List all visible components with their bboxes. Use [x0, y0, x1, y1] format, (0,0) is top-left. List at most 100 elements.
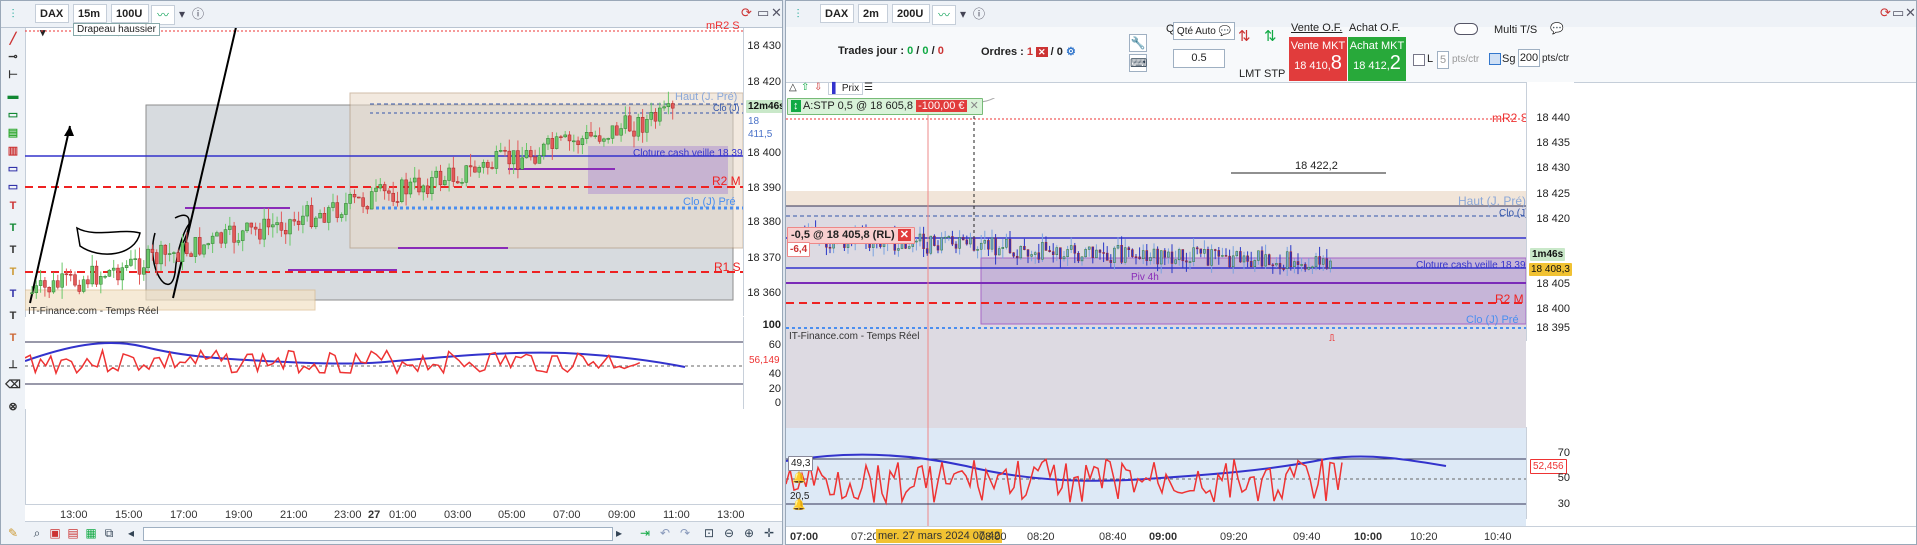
- sg-input[interactable]: 200: [1518, 49, 1540, 67]
- cancel-orders-icon[interactable]: ✕: [1036, 47, 1048, 57]
- text-tool-orange-icon[interactable]: T: [4, 332, 22, 348]
- drag-handle-icon[interactable]: ↕: [791, 100, 801, 112]
- line-label-r1s: R1 S: [714, 260, 741, 274]
- chart-type-icon[interactable]: ⫶: [4, 5, 22, 23]
- time-scrollbar[interactable]: [143, 527, 613, 541]
- text-tool-black-icon[interactable]: T: [4, 244, 22, 260]
- alert-bell-icon[interactable]: △: [789, 82, 797, 93]
- units-select[interactable]: 200U ▾: [892, 4, 930, 39]
- time-tick: 01:00: [389, 509, 417, 521]
- candle-body: [103, 276, 107, 278]
- buy-market-button[interactable]: Achat MKT 18 412,2: [1348, 37, 1406, 81]
- stop-order-tag[interactable]: ↕ A:STP 0,5 @ 18 605,8 -100,00 € ✕: [787, 98, 983, 115]
- goto-now-icon[interactable]: ⇥: [637, 525, 653, 541]
- zoom-tool-icon[interactable]: ⌕: [29, 525, 45, 541]
- undo-icon[interactable]: ↶: [657, 525, 673, 541]
- candle-body: [925, 248, 929, 254]
- left-price-chart[interactable]: [25, 28, 743, 316]
- scroll-right-icon[interactable]: ▸: [611, 525, 627, 541]
- candle-body: [1127, 247, 1131, 250]
- text-tool-green-icon[interactable]: T: [4, 222, 22, 238]
- minimize-icon[interactable]: ▭: [1892, 5, 1904, 21]
- scroll-left-icon[interactable]: ◂: [123, 525, 139, 541]
- zoom-in-icon[interactable]: ⊕: [741, 525, 757, 541]
- zone-tool-icon[interactable]: ▤: [4, 126, 22, 142]
- chart-type-icon[interactable]: ⫶: [789, 5, 807, 23]
- cancel-stop-icon[interactable]: ✕: [970, 100, 979, 112]
- multi-ts-icon[interactable]: 💬: [1550, 22, 1564, 35]
- info-icon[interactable]: ⓘ: [970, 5, 988, 23]
- text-tool-yellow-icon[interactable]: T: [4, 266, 22, 282]
- move-up-icon[interactable]: ⇧: [801, 82, 809, 93]
- alert-icon[interactable]: ▦: [83, 525, 99, 541]
- l-checkbox[interactable]: [1413, 54, 1425, 66]
- indicator-icon[interactable]: 〰: [151, 5, 175, 25]
- qty-auto-button[interactable]: Qté Auto 💬: [1173, 22, 1235, 40]
- pts-input[interactable]: 5: [1437, 51, 1449, 69]
- toggle-switch[interactable]: [1454, 23, 1478, 35]
- interval-select[interactable]: 2m ▾: [858, 4, 888, 39]
- buy-of-label[interactable]: Achat O.F.: [1349, 22, 1400, 34]
- qty-input[interactable]: 0.5: [1173, 49, 1225, 68]
- interval-select[interactable]: 15m ▾: [73, 4, 107, 39]
- box-tool-icon[interactable]: ▭: [4, 162, 22, 178]
- alert-icon[interactable]: 🔔: [792, 471, 806, 484]
- price-tick: 18 380: [747, 216, 781, 228]
- text-tool-icon[interactable]: T: [4, 200, 22, 216]
- rect-tool-icon[interactable]: ▬: [4, 90, 22, 106]
- text-tool-dark-icon[interactable]: T: [4, 310, 22, 326]
- template-icon[interactable]: ▤: [65, 525, 81, 541]
- segment-tool-icon[interactable]: ⊸: [4, 50, 22, 66]
- draw-tool-icon[interactable]: ✎: [5, 525, 21, 541]
- orders-settings-icon[interactable]: ⚙: [1066, 46, 1076, 58]
- candle-body: [918, 233, 922, 242]
- pin-icon[interactable]: ⊥: [4, 358, 22, 374]
- right-indicator-panel[interactable]: [786, 341, 1526, 531]
- zoom-out-icon[interactable]: ⊖: [721, 525, 737, 541]
- channel-tool-icon[interactable]: ▭: [4, 108, 22, 124]
- line-tool-icon[interactable]: ╱: [4, 32, 22, 48]
- range-tool-icon[interactable]: ▭: [4, 180, 22, 196]
- lmt-order-icon[interactable]: ⇅: [1238, 27, 1251, 45]
- close-icon[interactable]: ✕: [1905, 5, 1916, 21]
- candle-body: [159, 244, 163, 265]
- candle-body: [1195, 247, 1199, 250]
- close-icon[interactable]: ✕: [771, 5, 782, 21]
- keyboard-icon[interactable]: ⌨: [1129, 54, 1147, 72]
- screenshot-icon[interactable]: ⧉: [101, 525, 117, 541]
- delete-icon[interactable]: ⊗: [4, 400, 22, 416]
- sg-checkbox[interactable]: [1489, 53, 1501, 65]
- minimize-icon[interactable]: ▭: [757, 5, 769, 21]
- sell-of-label[interactable]: Vente O.F.: [1291, 22, 1342, 34]
- indicator-icon[interactable]: 〰: [932, 5, 956, 25]
- symbol-select[interactable]: DAX ▾: [35, 4, 69, 39]
- tools-icon[interactable]: 🔧: [1129, 34, 1147, 52]
- zoom-fit-icon[interactable]: ⊡: [701, 525, 717, 541]
- crosshair-icon[interactable]: ✛: [761, 525, 777, 541]
- alert-icon-2[interactable]: 🔔: [792, 498, 806, 511]
- fib-tool-icon[interactable]: ▥: [4, 144, 22, 160]
- time-tick: 09:40: [1293, 531, 1321, 543]
- redo-icon[interactable]: ↷: [677, 525, 693, 541]
- sync-icon[interactable]: ⟳: [741, 5, 752, 21]
- stp-order-icon[interactable]: ⇅: [1264, 27, 1277, 45]
- sync-icon[interactable]: ⟳: [1880, 5, 1891, 21]
- right-price-chart[interactable]: [786, 98, 1526, 341]
- candle-body: [537, 155, 542, 164]
- units-select[interactable]: 100U ▾: [111, 4, 149, 39]
- price-tick: 18 390: [747, 182, 781, 194]
- sell-market-button[interactable]: Vente MKT 18 410,8: [1289, 37, 1347, 81]
- layer-icon[interactable]: ▣: [47, 525, 63, 541]
- candle-body: [1123, 247, 1127, 263]
- info-icon[interactable]: ⓘ: [189, 5, 207, 23]
- move-down-icon[interactable]: ⇩: [814, 82, 822, 93]
- text-tool-blue-icon[interactable]: T: [4, 288, 22, 304]
- list-icon[interactable]: ☰: [864, 82, 873, 93]
- prix-toggle[interactable]: ▌ Prix: [828, 82, 864, 95]
- hline-tool-icon[interactable]: ⊢: [4, 68, 22, 84]
- time-tick: 07:00: [553, 509, 581, 521]
- symbol-select[interactable]: DAX ▾: [820, 4, 854, 39]
- left-indicator-chart[interactable]: [25, 317, 743, 409]
- close-position-icon[interactable]: ✕: [897, 229, 911, 241]
- eraser-icon[interactable]: ⌫: [4, 378, 22, 394]
